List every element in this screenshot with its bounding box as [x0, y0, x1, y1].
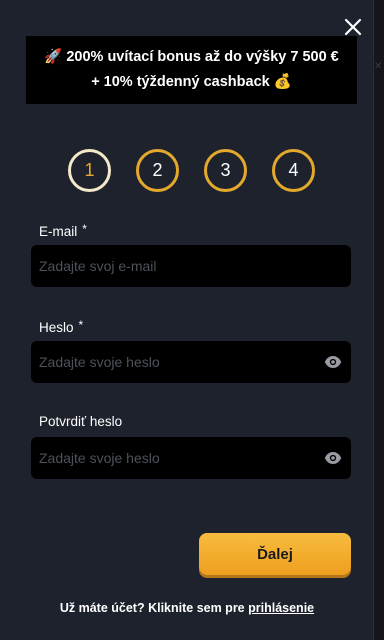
step-4: 4 — [272, 149, 315, 192]
password-label-text: Heslo — [39, 320, 74, 335]
confirm-password-field-container — [31, 437, 351, 479]
step-3: 3 — [204, 149, 247, 192]
confirm-password-label-text: Potvrdiť heslo — [39, 414, 123, 429]
email-field[interactable] — [31, 245, 351, 287]
promo-banner: 🚀 200% uvítací bonus až do výšky 7 500 €… — [26, 36, 357, 104]
password-field[interactable] — [31, 341, 351, 383]
eye-icon[interactable] — [323, 449, 343, 467]
money-bag-icon: 💰 — [273, 74, 292, 90]
email-label: E-mail * — [39, 222, 87, 239]
promo-text-2: + 10% týždenný cashback — [91, 74, 270, 90]
close-icon-background: ✕ — [374, 61, 383, 72]
step-2: 2 — [136, 149, 179, 192]
promo-line-2: + 10% týždenný cashback 💰 — [26, 70, 357, 95]
login-link[interactable]: prihlásenie — [248, 601, 314, 615]
login-prompt-text: Už máte účet? Kliknite sem pre — [59, 601, 245, 615]
next-button[interactable]: Ďalej — [199, 533, 351, 575]
eye-icon[interactable] — [323, 353, 343, 371]
login-prompt: Už máte účet? Kliknite sem pre prihlásen… — [0, 601, 374, 615]
required-mark: * — [82, 222, 87, 236]
email-label-text: E-mail — [39, 224, 78, 239]
rocket-icon: 🚀 — [44, 49, 63, 65]
registration-modal: 🚀 200% uvítací bonus až do výšky 7 500 €… — [0, 0, 374, 640]
confirm-password-label: Potvrdiť heslo — [39, 414, 122, 429]
promo-text-1: 200% uvítací bonus až do výšky 7 500 € — [66, 49, 339, 65]
step-indicator: 1 2 3 4 — [0, 149, 374, 193]
password-label: Heslo * — [39, 318, 83, 335]
email-field-container — [31, 245, 351, 287]
page-edge — [374, 0, 384, 640]
promo-line-1: 🚀 200% uvítací bonus až do výšky 7 500 € — [26, 45, 357, 70]
password-field-container — [31, 341, 351, 383]
step-1: 1 — [68, 149, 111, 192]
required-mark: * — [78, 318, 84, 332]
confirm-password-field[interactable] — [31, 437, 351, 479]
